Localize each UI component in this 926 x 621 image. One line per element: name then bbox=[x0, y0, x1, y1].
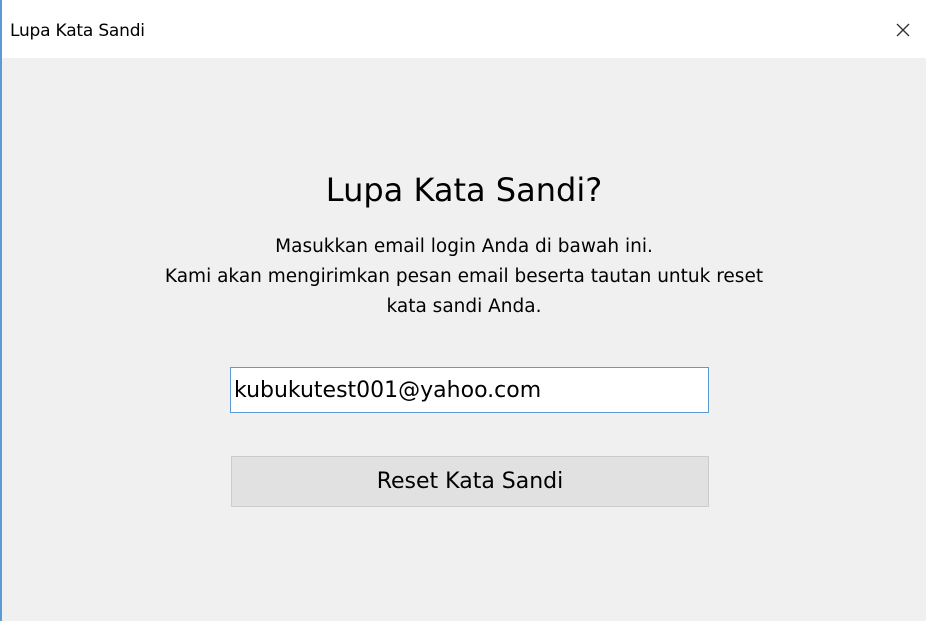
dialog-heading: Lupa Kata Sandi? bbox=[325, 171, 603, 209]
dialog-description: Masukkan email login Anda di bawah ini. … bbox=[2, 232, 926, 322]
title-bar: Lupa Kata Sandi bbox=[2, 0, 926, 58]
forgot-password-window: Lupa Kata Sandi Lupa Kata Sandi? Masukka… bbox=[0, 0, 926, 621]
email-input[interactable] bbox=[230, 367, 709, 413]
window-title: Lupa Kata Sandi bbox=[10, 21, 145, 41]
description-line: Kami akan mengirimkan pesan email besert… bbox=[164, 266, 764, 287]
close-icon bbox=[895, 22, 911, 38]
description-line: Masukkan email login Anda di bawah ini. bbox=[275, 236, 653, 257]
reset-password-button[interactable]: Reset Kata Sandi bbox=[231, 456, 709, 507]
description-line: kata sandi Anda. bbox=[386, 296, 542, 317]
close-button[interactable] bbox=[880, 10, 926, 50]
